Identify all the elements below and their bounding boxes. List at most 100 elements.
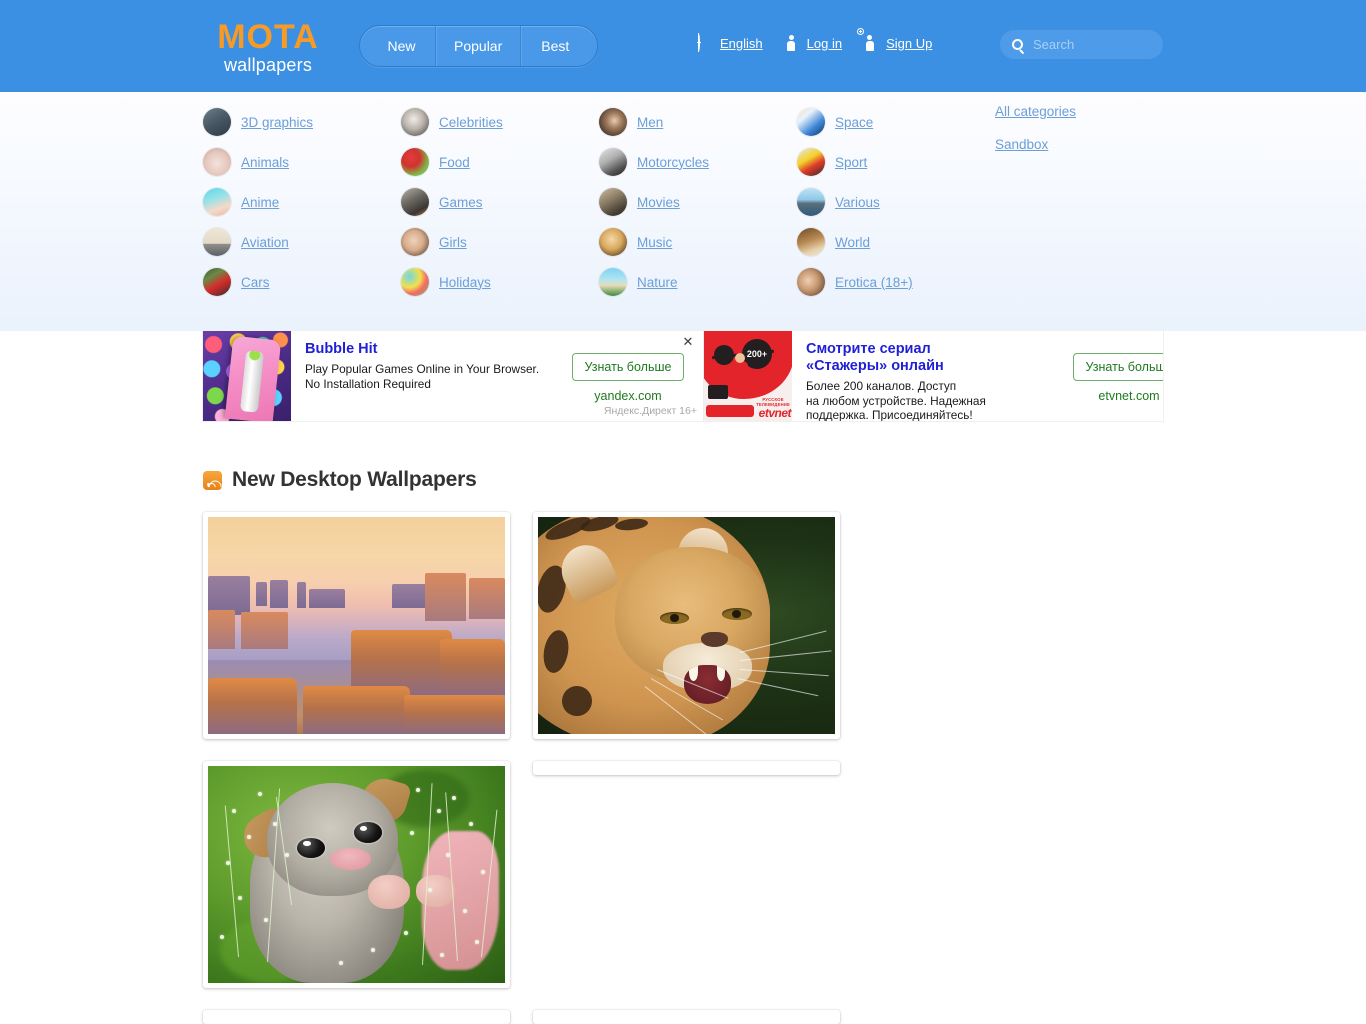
category-thumb-nature (599, 268, 627, 296)
signup-label: Sign Up (886, 35, 933, 51)
tab-new[interactable]: New (360, 26, 436, 66)
ad-cta-button[interactable]: Узнать больше (1072, 353, 1163, 381)
category-item-anime[interactable]: Anime (203, 182, 401, 222)
category-item-food[interactable]: Food (401, 142, 599, 182)
section-header: New Desktop Wallpapers (203, 468, 477, 496)
all-categories-link[interactable]: All categories (995, 104, 1193, 119)
category-label: Cars (241, 274, 270, 290)
category-thumb-animals (203, 148, 231, 176)
category-item-games[interactable]: Games (401, 182, 599, 222)
tab-popular[interactable]: Popular (436, 26, 522, 66)
ad-description: Более 200 каналов. Доступ на любом устро… (806, 379, 986, 421)
ad-brand-logo: etvnet (758, 406, 792, 420)
category-item-sport[interactable]: Sport (797, 142, 995, 182)
person-add-icon (857, 28, 879, 51)
wallpaper-thumbnail (538, 517, 835, 734)
signup-link[interactable]: Sign Up (857, 28, 933, 51)
category-thumb-cars (203, 268, 231, 296)
category-thumb-music (599, 228, 627, 256)
category-label: Nature (637, 274, 678, 290)
category-label: Holidays (439, 274, 491, 290)
category-item-cars[interactable]: Cars (203, 262, 401, 302)
site-logo[interactable]: MOTA wallpapers (203, 20, 333, 76)
category-label: Animals (241, 154, 290, 170)
category-thumb-space (797, 108, 825, 136)
category-thumb-sport (797, 148, 825, 176)
ad-domain-link[interactable]: etvnet.com (1054, 389, 1163, 403)
category-item-erotica[interactable]: Erotica (18+) (797, 262, 995, 302)
ad-title[interactable]: Смотрите сериал «Стажеры» онлайн (806, 341, 986, 375)
tab-best[interactable]: Best (521, 26, 597, 66)
search-icon (1012, 39, 1023, 50)
ad-thumbnail-image: 200+ РУССКОЕ ТЕЛЕВИДЕНИЕ etvnet (704, 331, 792, 421)
category-thumb-anime (203, 188, 231, 216)
category-thumb-3d-graphics (203, 108, 231, 136)
category-thumb-holidays (401, 268, 429, 296)
category-label: Anime (241, 194, 280, 210)
wallpaper-card-snarling-serval-cat[interactable] (533, 512, 840, 739)
search-input[interactable] (1023, 36, 1211, 53)
category-label: Aviation (241, 234, 289, 250)
wallpaper-card-next-row[interactable] (203, 1010, 510, 1024)
language-link[interactable]: English (698, 34, 763, 51)
category-label: Movies (637, 194, 680, 210)
login-link[interactable]: Log in (785, 35, 842, 51)
ad-region: Bubble Hit Play Popular Games Online in … (0, 331, 1366, 449)
rss-icon[interactable] (203, 470, 225, 496)
category-thumb-various (797, 188, 825, 216)
category-label: Erotica (18+) (835, 274, 913, 290)
category-panel: 3D graphics Animals Anime Aviation Cars (0, 92, 1366, 331)
category-thumb-celebrities (401, 108, 429, 136)
sort-tabs: New Popular Best (359, 25, 599, 67)
wallpaper-card-next-row[interactable] (533, 761, 840, 775)
category-item-animals[interactable]: Animals (203, 142, 401, 182)
ad-description: Play Popular Games Online in Your Browse… (305, 362, 540, 391)
wallpaper-card-next-row[interactable] (533, 1010, 840, 1024)
header-link-group: English Log in Sign Up (698, 28, 933, 51)
ad-cta-button[interactable]: Узнать больше (571, 353, 685, 381)
category-grid: 3D graphics Animals Anime Aviation Cars (203, 92, 1193, 302)
globe-icon (698, 34, 713, 51)
category-item-holidays[interactable]: Holidays (401, 262, 599, 302)
wallpaper-card-brushtail-possum-in-flowers[interactable] (203, 761, 510, 988)
category-label: Various (835, 194, 880, 210)
category-item-motorcycles[interactable]: Motorcycles (599, 142, 797, 182)
category-label: Girls (439, 234, 467, 250)
category-thumb-girls (401, 228, 429, 256)
page-title: New Desktop Wallpapers (232, 468, 477, 491)
ad-unit-etvnet[interactable]: 200+ РУССКОЕ ТЕЛЕВИДЕНИЕ etvnet Смотрите… (704, 331, 1163, 421)
person-icon (785, 35, 800, 51)
category-label: Celebrities (439, 114, 503, 130)
sandbox-link[interactable]: Sandbox (995, 137, 1193, 152)
logo-tagline: wallpapers (223, 55, 313, 75)
wallpaper-card-monument-valley-sunset[interactable] (203, 512, 510, 739)
category-item-world[interactable]: World (797, 222, 995, 262)
category-label: Music (637, 234, 673, 250)
category-item-nature[interactable]: Nature (599, 262, 797, 302)
category-label: 3D graphics (241, 114, 314, 130)
language-label: English (720, 35, 763, 51)
category-item-movies[interactable]: Movies (599, 182, 797, 222)
site-header: MOTA wallpapers New Popular Best English… (0, 0, 1366, 92)
category-thumb-world (797, 228, 825, 256)
category-item-3d-graphics[interactable]: 3D graphics (203, 102, 401, 142)
category-column-4: Space Sport Various World Erotica (18+) (797, 92, 995, 302)
category-item-men[interactable]: Men (599, 102, 797, 142)
ad-unit-bubble-hit[interactable]: Bubble Hit Play Popular Games Online in … (203, 331, 704, 421)
ad-bar: Bubble Hit Play Popular Games Online in … (203, 331, 1163, 421)
category-item-music[interactable]: Music (599, 222, 797, 262)
category-label: Food (439, 154, 470, 170)
login-label: Log in (806, 35, 843, 51)
category-item-celebrities[interactable]: Celebrities (401, 102, 599, 142)
category-thumb-aviation (203, 228, 231, 256)
search-container[interactable] (1000, 30, 1211, 59)
category-item-aviation[interactable]: Aviation (203, 222, 401, 262)
ad-domain-link[interactable]: yandex.com (553, 389, 703, 403)
ad-disclosure-label: Яндекс.Директ 16+ (603, 405, 697, 417)
category-item-various[interactable]: Various (797, 182, 995, 222)
ad-title[interactable]: Bubble Hit (305, 341, 545, 358)
category-item-girls[interactable]: Girls (401, 222, 599, 262)
ad-close-icon[interactable]: ✕ (681, 335, 695, 349)
category-item-space[interactable]: Space (797, 102, 995, 142)
ad-thumbnail-image (203, 331, 291, 421)
